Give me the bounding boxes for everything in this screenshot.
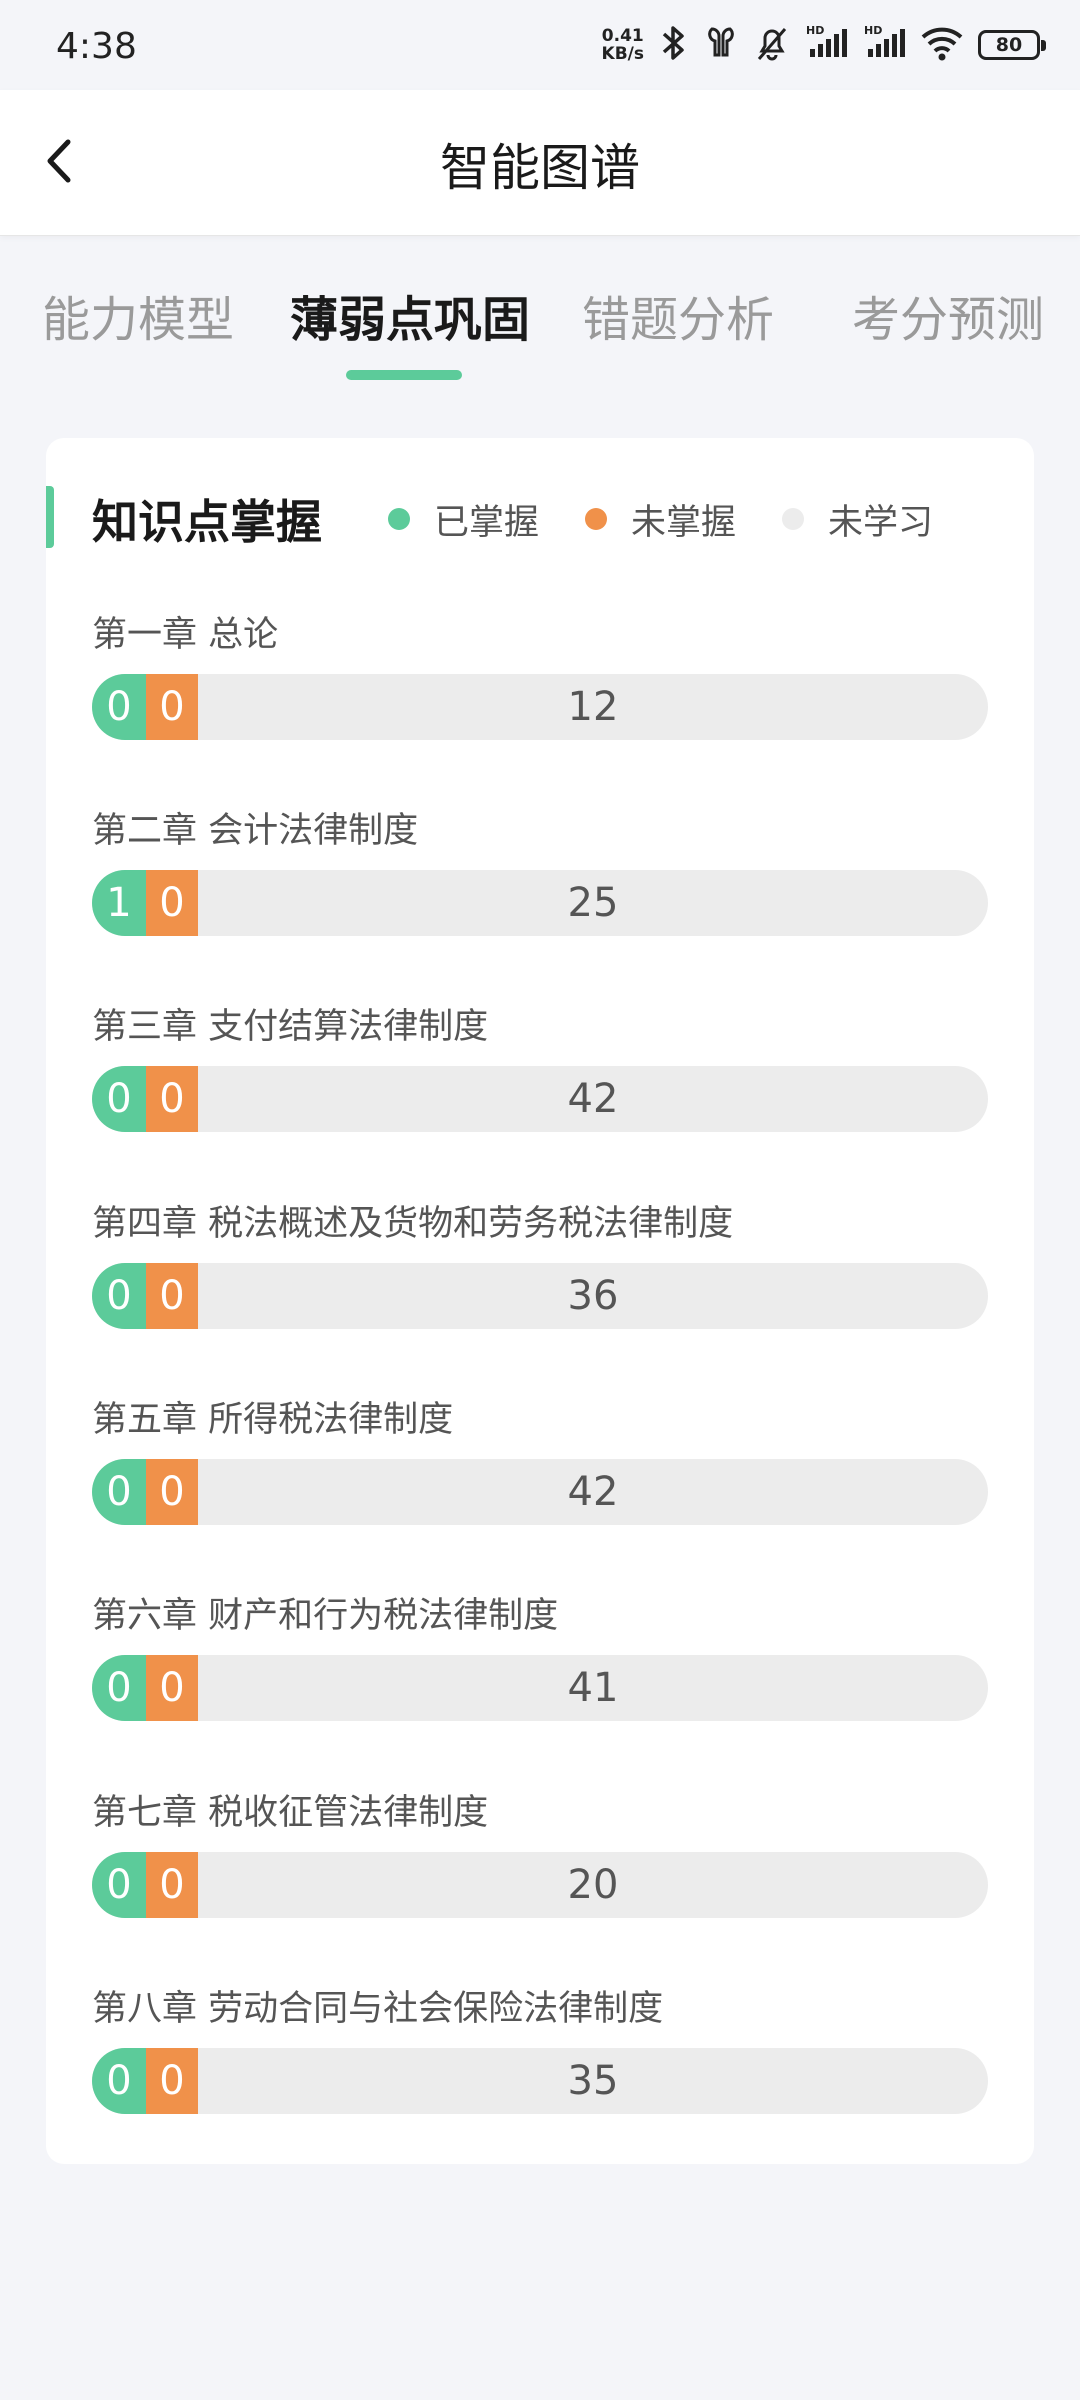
- earbuds-icon: [702, 23, 740, 67]
- mastered-count: 0: [92, 1066, 146, 1132]
- active-tab-indicator: [346, 370, 462, 380]
- chapter-progress-bar: 0 0 42: [92, 1459, 988, 1525]
- chapter-item[interactable]: 第二章 会计法律制度 1 0 25: [92, 802, 988, 962]
- card-title: 知识点掌握: [92, 495, 322, 549]
- app-header: 智能图谱: [0, 90, 1080, 236]
- legend-item-unlearned: 未学习: [782, 494, 933, 545]
- unlearned-count: 12: [567, 684, 619, 730]
- unmastered-count: 0: [146, 674, 198, 740]
- tab-bar: 能力模型 薄弱点巩固 错题分析 考分预测: [0, 236, 1080, 386]
- unlearned-count: 42: [567, 1469, 619, 1515]
- bluetooth-icon: [658, 23, 688, 67]
- chapter-title: 第八章 劳动合同与社会保险法律制度: [92, 1989, 664, 2029]
- mastered-count: 0: [92, 1852, 146, 1918]
- chapter-item[interactable]: 第五章 所得税法律制度 0 0 42: [92, 1391, 988, 1551]
- chapter-item[interactable]: 第四章 税法概述及货物和劳务税法律制度 0 0 36: [92, 1195, 988, 1355]
- tab-weak-points[interactable]: 薄弱点巩固: [290, 280, 530, 350]
- mute-bell-icon: [754, 23, 790, 67]
- legend: 已掌握 未掌握 未学习: [388, 494, 979, 544]
- mastered-count: 0: [92, 1655, 146, 1721]
- tab-score-prediction[interactable]: 考分预测: [852, 280, 1044, 350]
- chapter-progress-bar: 0 0 12: [92, 674, 988, 740]
- status-icons: 0.41 KB/s HD HD 80: [602, 22, 1046, 68]
- unlearned-count: 20: [567, 1862, 619, 1908]
- status-bar: 4:38 0.41 KB/s HD HD 80: [0, 0, 1080, 90]
- legend-label-mastered: 已掌握: [434, 502, 540, 543]
- chapter-title: 第三章 支付结算法律制度: [92, 1007, 489, 1047]
- unmastered-count: 0: [146, 870, 198, 936]
- chapter-title: 第六章 财产和行为税法律制度: [92, 1596, 559, 1636]
- chapter-item[interactable]: 第六章 财产和行为税法律制度 0 0 41: [92, 1587, 988, 1747]
- unmastered-count: 0: [146, 2048, 198, 2114]
- unmastered-count: 0: [146, 1852, 198, 1918]
- page-title: 智能图谱: [440, 139, 640, 197]
- unmastered-count: 0: [146, 1263, 198, 1329]
- chapter-item[interactable]: 第八章 劳动合同与社会保险法律制度 0 0 35: [92, 1980, 988, 2140]
- chapter-progress-bar: 0 0 20: [92, 1852, 988, 1918]
- signal-hd-1-icon: HD: [804, 23, 848, 67]
- chapter-title: 第四章 税法概述及货物和劳务税法律制度: [92, 1204, 734, 1244]
- chapter-progress-bar: 0 0 41: [92, 1655, 988, 1721]
- unmastered-count: 0: [146, 1459, 198, 1525]
- unlearned-count: 25: [567, 880, 619, 926]
- legend-item-unmastered: 未掌握: [585, 494, 736, 545]
- mastered-count: 1: [92, 870, 146, 936]
- network-speed: 0.41 KB/s: [602, 27, 644, 63]
- network-speed-value: 0.41: [601, 26, 644, 46]
- svg-text:HD: HD: [864, 24, 882, 37]
- tab-ability-model[interactable]: 能力模型: [42, 280, 234, 350]
- wifi-icon: [920, 23, 964, 67]
- chapter-progress-bar: 0 0 35: [92, 2048, 988, 2114]
- network-speed-unit: KB/s: [601, 44, 644, 64]
- chapter-progress-bar: 1 0 25: [92, 870, 988, 936]
- unmastered-count: 0: [146, 1066, 198, 1132]
- mastered-count: 0: [92, 674, 146, 740]
- signal-hd-2-icon: HD: [862, 23, 906, 67]
- status-time: 4:38: [56, 26, 137, 67]
- chapter-title: 第一章 总论: [92, 615, 279, 655]
- chapter-progress-bar: 0 0 36: [92, 1263, 988, 1329]
- legend-item-mastered: 已掌握: [388, 494, 539, 545]
- legend-dot-unlearned: [782, 508, 805, 530]
- chapter-title: 第七章 税收征管法律制度: [92, 1793, 489, 1833]
- chapter-title: 第五章 所得税法律制度: [92, 1400, 454, 1440]
- card-accent-bar: [46, 486, 54, 548]
- chapter-item[interactable]: 第一章 总论 0 0 12: [92, 606, 988, 766]
- unmastered-count: 0: [146, 1655, 198, 1721]
- tab-wrong-questions[interactable]: 错题分析: [582, 280, 774, 350]
- chapter-title: 第二章 会计法律制度: [92, 811, 419, 851]
- mastered-count: 0: [92, 1263, 146, 1329]
- unlearned-count: 42: [567, 1076, 619, 1122]
- legend-label-unmastered: 未掌握: [631, 502, 737, 543]
- svg-text:HD: HD: [806, 24, 824, 37]
- mastered-count: 0: [92, 1459, 146, 1525]
- legend-label-unlearned: 未学习: [828, 502, 934, 543]
- knowledge-mastery-card: 知识点掌握 已掌握 未掌握 未学习 第一章 总论 0 0 12 第二章 会计法律…: [46, 438, 1034, 2164]
- mastered-count: 0: [92, 2048, 146, 2114]
- legend-dot-unmastered: [585, 508, 608, 530]
- unlearned-count: 41: [567, 1665, 619, 1711]
- legend-dot-mastered: [388, 508, 410, 530]
- chapter-progress-bar: 0 0 42: [92, 1066, 988, 1132]
- unlearned-count: 35: [567, 2058, 619, 2104]
- battery-icon: 80: [978, 30, 1046, 60]
- unlearned-count: 36: [567, 1273, 619, 1319]
- chapter-item[interactable]: 第七章 税收征管法律制度 0 0 20: [92, 1784, 988, 1944]
- chapter-item[interactable]: 第三章 支付结算法律制度 0 0 42: [92, 998, 988, 1158]
